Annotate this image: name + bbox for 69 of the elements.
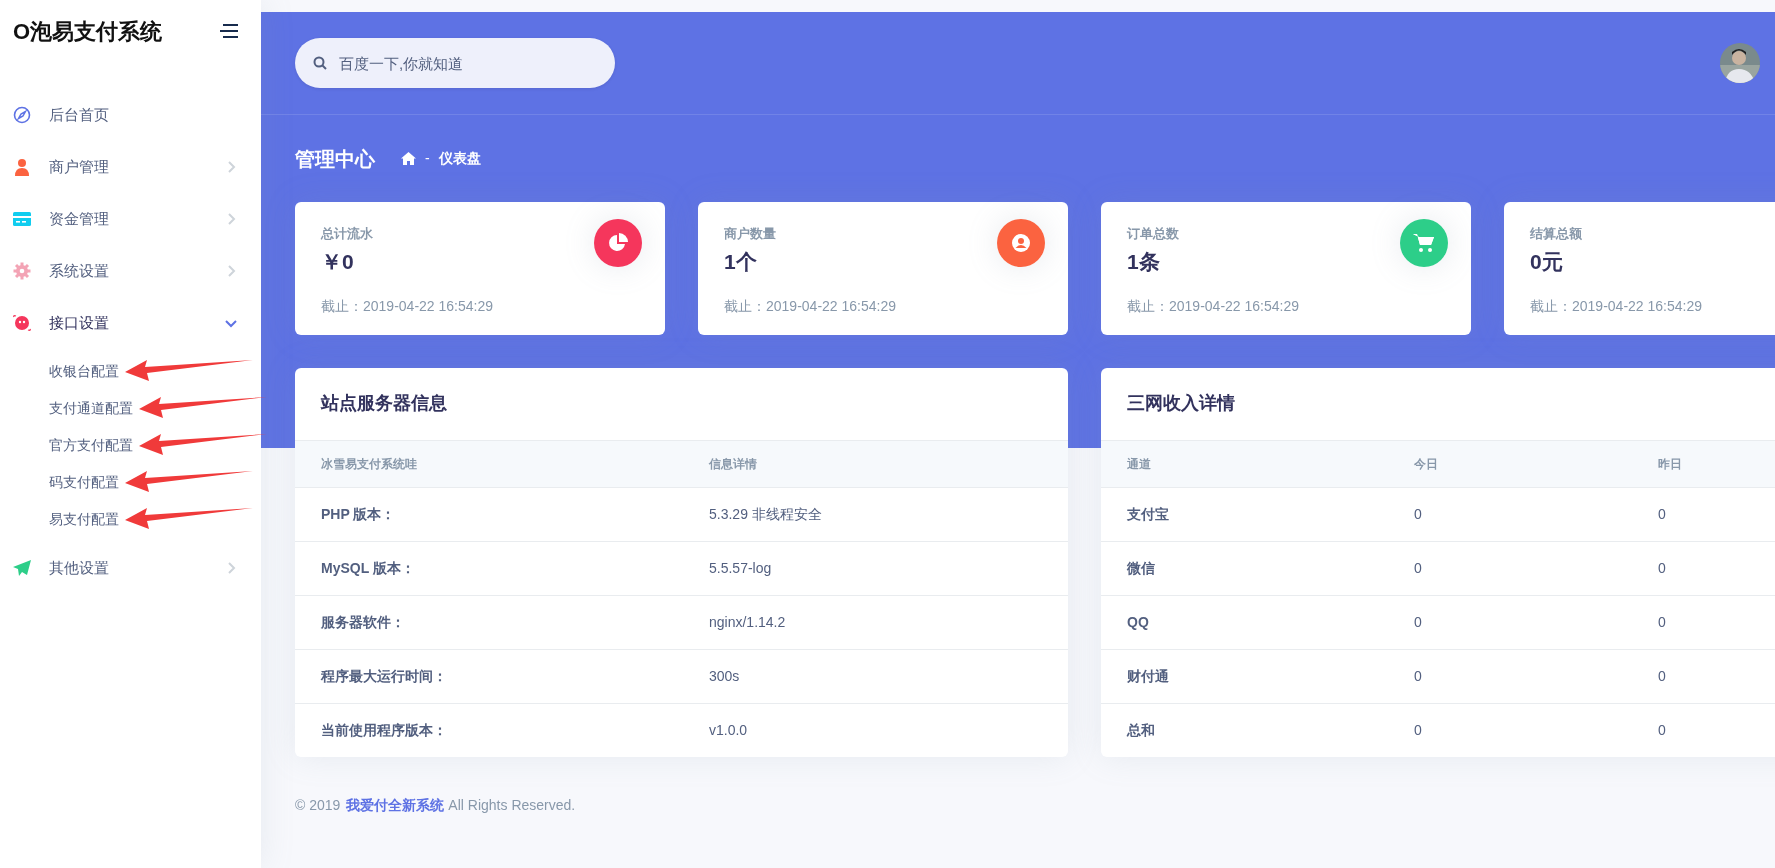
table-cell: nginx/1.14.2 [683,595,1068,649]
table-cell: 0 [1632,487,1775,541]
menu-group-item[interactable]: 资金管理 [0,193,261,245]
search-field[interactable]: 百度一下,你就知道 [295,38,615,88]
breadcrumb-item: 仪表盘 [438,149,481,168]
submenu-item[interactable]: 官方支付配置 [49,435,133,456]
table-cell: 0 [1388,487,1632,541]
menu-group-item[interactable]: 接口设置 [0,297,261,349]
table-cell: 300s [683,649,1068,703]
stat-footer: 截止：2019-04-22 16:54:29 [1127,296,1447,317]
table-cell: 0 [1388,595,1632,649]
submenu-item[interactable]: 码支付配置 [49,472,119,493]
menu-group-item[interactable]: 商户管理 [0,141,261,193]
menu-item[interactable]: 后台首页 [0,89,261,141]
table-cell: 当前使用程序版本： [295,703,683,757]
page-title: 管理中心 [295,146,375,171]
planet-icon [13,314,31,332]
table-cell: PHP 版本： [295,487,683,541]
table-cell: 微信 [1101,541,1388,595]
stat-footer: 截止：2019-04-22 16:54:29 [724,296,1044,317]
column-header: 通道 [1101,441,1388,487]
stat-value: ￥0 [321,248,355,275]
search-icon [313,56,327,70]
table-cell: 0 [1388,649,1632,703]
column-header: 冰雪易支付系统哇 [295,441,683,487]
footer-link[interactable]: 我爱付全新系统 [346,797,445,813]
table-cell: 总和 [1101,703,1388,757]
stat-label: 总计流水 [321,225,374,243]
menu-group-item[interactable]: 其他设置 [0,542,261,594]
table-cell: 0 [1388,541,1632,595]
stat-value: 1个 [724,248,758,275]
table-cell: 5.3.29 非线程安全 [683,487,1068,541]
table-cell: 5.5.57-log [683,541,1068,595]
menu-icon[interactable] [219,24,239,38]
table-cell: 0 [1632,649,1775,703]
menu-group-item[interactable]: 系统设置 [0,245,261,297]
gear-icon [13,262,31,280]
send-icon [13,560,31,576]
breadcrumb-separator: - [425,149,430,168]
column-header: 昨日 [1632,441,1775,487]
stat-footer: 截止：2019-04-22 16:54:29 [1530,296,1775,317]
stat-label: 订单总数 [1127,225,1180,243]
submenu-item[interactable]: 易支付配置 [49,509,119,530]
table-cell: 服务器软件： [295,595,683,649]
table-cell: 0 [1632,595,1775,649]
column-header: 今日 [1388,441,1632,487]
stat-value: 1条 [1127,248,1161,275]
stat-footer: 截止：2019-04-22 16:54:29 [321,296,641,317]
submenu-item[interactable]: 收银台配置 [49,361,119,382]
table-cell: 支付宝 [1101,487,1388,541]
table-cell: 0 [1388,703,1632,757]
stat-label: 商户数量 [724,225,777,243]
copyright-text: © 2019 我爱付全新系统 All Rights Reserved. [295,797,576,813]
table-cell: 程序最大运行时间： [295,649,683,703]
card-icon [13,211,31,227]
submenu-item[interactable]: 支付通道配置 [49,398,133,419]
table-cell: v1.0.0 [683,703,1068,757]
stat-value: 0元 [1530,248,1564,275]
compass-icon [13,106,31,124]
person-icon [13,158,31,176]
column-header: 信息详情 [683,441,1068,487]
table-cell: MySQL 版本： [295,541,683,595]
table-cell: 财付通 [1101,649,1388,703]
table-cell: QQ [1101,595,1388,649]
brand-title: O泡易支付系统 [13,17,163,46]
table-cell: 0 [1632,703,1775,757]
table-cell: 0 [1632,541,1775,595]
home-icon[interactable] [401,152,416,165]
stat-label: 结算总额 [1530,225,1583,243]
